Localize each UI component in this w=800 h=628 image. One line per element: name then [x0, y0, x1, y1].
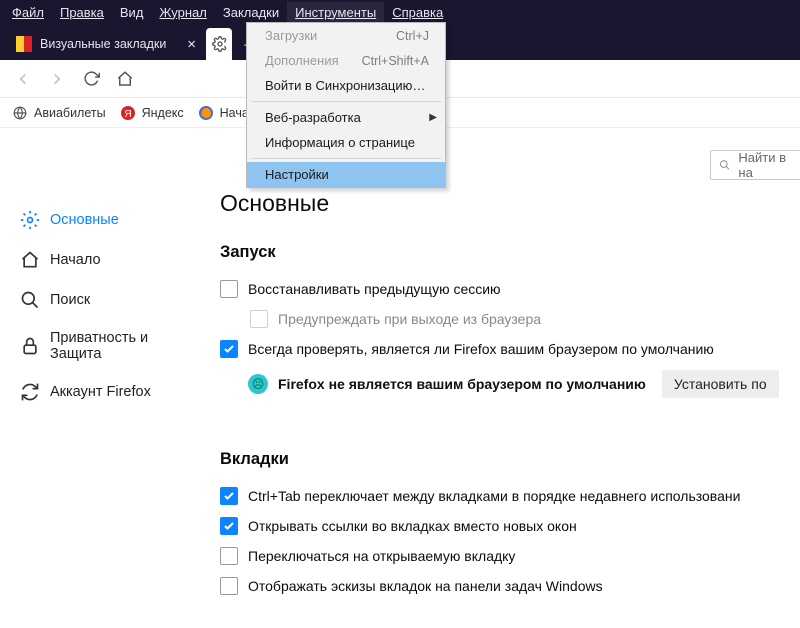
- option-ctrl-tab[interactable]: Ctrl+Tab переключает между вкладками в п…: [220, 481, 800, 511]
- checkbox-disabled: [250, 310, 268, 328]
- menu-file[interactable]: Файл: [4, 2, 52, 23]
- checkbox-checked[interactable]: [220, 487, 238, 505]
- favicon-yandex-icon: [16, 36, 32, 52]
- section-startup: Запуск: [220, 243, 800, 262]
- tab-settings[interactable]: [206, 28, 232, 60]
- sync-icon: [20, 382, 40, 402]
- sidebar-item-label: Основные: [50, 212, 119, 228]
- globe-icon: [12, 105, 28, 121]
- option-warn-on-quit: Предупреждать при выходе из браузера: [250, 304, 800, 334]
- option-open-links-tabs[interactable]: Открывать ссылки во вкладках вместо новы…: [220, 511, 800, 541]
- tab-label: Визуальные закладки: [40, 37, 166, 51]
- forward-button[interactable]: [44, 66, 70, 92]
- bookmark-aviabilety[interactable]: Авиабилеты: [12, 105, 106, 121]
- menu-item-sync[interactable]: Войти в Синхронизацию…: [247, 73, 445, 98]
- gear-icon: [212, 36, 228, 52]
- page-title: Основные: [220, 190, 800, 217]
- section-tabs: Вкладки: [220, 450, 800, 469]
- menu-item-label: Загрузки: [265, 28, 317, 43]
- info-icon: ☹: [248, 374, 268, 394]
- menu-bookmarks[interactable]: Закладки: [215, 2, 287, 23]
- menubar: Файл Правка Вид Журнал Закладки Инструме…: [0, 0, 800, 24]
- yandex-icon: Я: [120, 105, 136, 121]
- menu-tools[interactable]: Инструменты: [287, 2, 384, 23]
- home-icon: [20, 250, 40, 270]
- search-icon: [719, 158, 730, 172]
- menu-edit[interactable]: Правка: [52, 2, 112, 23]
- bookmark-label: Авиабилеты: [34, 106, 106, 120]
- menu-item-webdev[interactable]: Веб-разработка ▶: [247, 105, 445, 130]
- reload-button[interactable]: [78, 66, 104, 92]
- bookmark-label: Яндекс: [142, 106, 184, 120]
- set-default-button[interactable]: Установить по: [662, 370, 779, 398]
- menu-separator: [251, 101, 441, 102]
- menu-item-label: Веб-разработка: [265, 110, 361, 125]
- prefs-sidebar: Основные Начало Поиск Приватность и Защи…: [0, 128, 200, 628]
- sidebar-item-general[interactable]: Основные: [8, 200, 192, 240]
- sidebar-item-label: Начало: [50, 252, 101, 268]
- chevron-right-icon: ▶: [429, 112, 437, 123]
- checkbox-unchecked[interactable]: [220, 577, 238, 595]
- option-label: Ctrl+Tab переключает между вкладками в п…: [248, 488, 740, 504]
- svg-text:Я: Я: [124, 109, 131, 120]
- option-check-default[interactable]: Всегда проверять, является ли Firefox ва…: [220, 334, 800, 364]
- sidebar-item-label: Поиск: [50, 292, 90, 308]
- checkbox-checked[interactable]: [220, 340, 238, 358]
- status-text: Firefox не является вашим браузером по у…: [278, 376, 646, 392]
- menu-item-downloads[interactable]: Загрузки Ctrl+J: [247, 23, 445, 48]
- default-browser-status: ☹ Firefox не является вашим браузером по…: [248, 364, 800, 404]
- close-icon[interactable]: ×: [187, 37, 196, 52]
- menu-item-pageinfo[interactable]: Информация о странице: [247, 130, 445, 155]
- menu-item-label: Дополнения: [265, 53, 339, 68]
- option-label: Открывать ссылки во вкладках вместо новы…: [248, 518, 577, 534]
- sidebar-item-label: Приватность и Защита: [50, 330, 180, 362]
- option-restore-session[interactable]: Восстанавливать предыдущую сессию: [220, 274, 800, 304]
- gear-icon: [20, 210, 40, 230]
- sidebar-item-account[interactable]: Аккаунт Firefox: [8, 372, 192, 412]
- option-label: Предупреждать при выходе из браузера: [278, 311, 541, 327]
- sidebar-item-search[interactable]: Поиск: [8, 280, 192, 320]
- search-placeholder: Найти в на: [738, 150, 792, 180]
- menu-view[interactable]: Вид: [112, 2, 152, 23]
- sidebar-item-home[interactable]: Начало: [8, 240, 192, 280]
- prefs-search-input[interactable]: Найти в на: [710, 150, 800, 180]
- checkbox-unchecked[interactable]: [220, 547, 238, 565]
- menu-item-addons[interactable]: Дополнения Ctrl+Shift+A: [247, 48, 445, 73]
- tab-visual-bookmarks[interactable]: Визуальные закладки ×: [6, 28, 206, 60]
- checkbox-checked[interactable]: [220, 517, 238, 535]
- sidebar-item-label: Аккаунт Firefox: [50, 384, 151, 400]
- back-button[interactable]: [10, 66, 36, 92]
- option-label: Переключаться на открываемую вкладку: [248, 548, 515, 564]
- menu-history[interactable]: Журнал: [151, 2, 214, 23]
- menu-item-label: Информация о странице: [265, 135, 415, 150]
- checkbox-unchecked[interactable]: [220, 280, 238, 298]
- shortcut-label: Ctrl+J: [396, 29, 429, 43]
- menu-separator: [251, 158, 441, 159]
- menu-item-label: Войти в Синхронизацию…: [265, 78, 425, 93]
- menu-item-label: Настройки: [265, 167, 329, 182]
- sidebar-item-privacy[interactable]: Приватность и Защита: [8, 320, 192, 372]
- firefox-icon: [198, 105, 214, 121]
- shortcut-label: Ctrl+Shift+A: [362, 54, 429, 68]
- tools-dropdown: Загрузки Ctrl+J Дополнения Ctrl+Shift+A …: [246, 22, 446, 188]
- option-label: Отображать эскизы вкладок на панели зада…: [248, 578, 603, 594]
- option-taskbar-thumbs[interactable]: Отображать эскизы вкладок на панели зада…: [220, 571, 800, 601]
- preferences-page: Основные Начало Поиск Приватность и Защи…: [0, 128, 800, 628]
- option-label: Всегда проверять, является ли Firefox ва…: [248, 341, 714, 357]
- search-icon: [20, 290, 40, 310]
- lock-icon: [20, 336, 40, 356]
- home-button[interactable]: [112, 66, 138, 92]
- menu-help[interactable]: Справка: [384, 2, 451, 23]
- menu-item-settings[interactable]: Настройки: [247, 162, 445, 187]
- prefs-content: Найти в на Основные Запуск Восстанавлива…: [200, 128, 800, 628]
- bookmark-yandex[interactable]: Я Яндекс: [120, 105, 184, 121]
- option-label: Восстанавливать предыдущую сессию: [248, 281, 501, 297]
- option-switch-to-tab[interactable]: Переключаться на открываемую вкладку: [220, 541, 800, 571]
